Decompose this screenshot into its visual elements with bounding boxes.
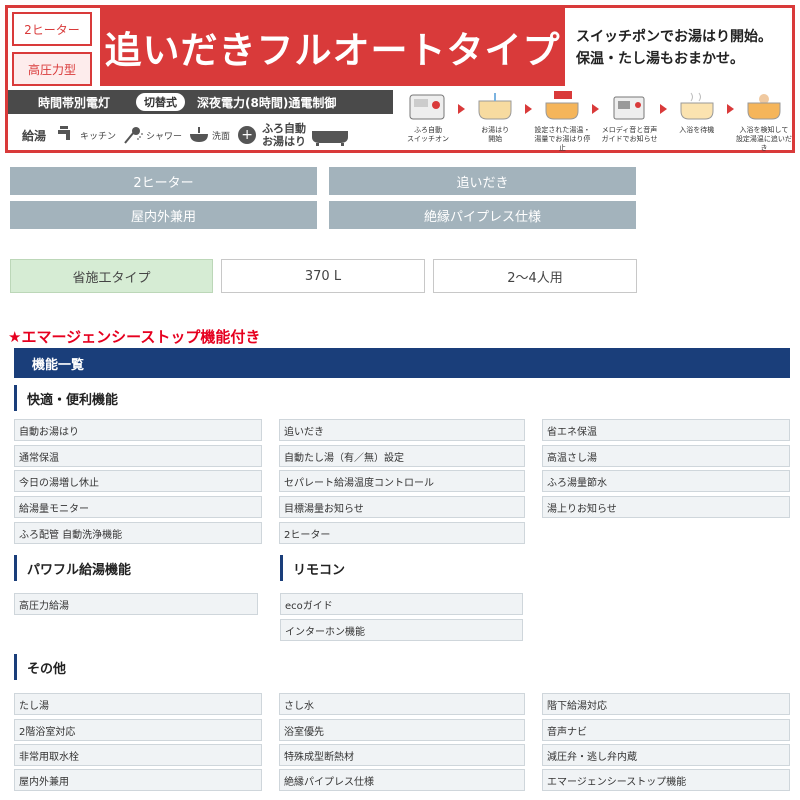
power-control-bar: 時間帯別電灯 切替式 深夜電力(8時間)通電制御 (8, 90, 393, 114)
spec-oidaki: 追いだき (329, 167, 636, 195)
spec-pipeless: 絶縁パイプレス仕様 (329, 201, 636, 229)
section-powerful-title: パワフル給湯機能 (14, 555, 131, 581)
feature-item: 屋内外兼用 (14, 769, 262, 791)
feature-item: 湯上りお知らせ (542, 496, 790, 518)
feature-item: 2階浴室対応 (14, 719, 262, 741)
catch-line-1: スイッチポンでお湯はり開始。 (576, 29, 772, 45)
tag-high-pressure: 高圧力型 (12, 52, 92, 86)
auto-fill-steps: ふろ自動 スイッチオン お湯はり 開始 設定された湯温・ 湯量でお湯はり停止 メ… (400, 90, 792, 152)
banner-headline: 追いだきフルオートタイプ (100, 8, 565, 86)
feature-item: ふろ配管 自動洗浄機能 (14, 522, 262, 544)
spec-persons: 2〜4人用 (433, 259, 637, 293)
feature-item: 省エネ保温 (542, 419, 790, 441)
step-filling-start: お湯はり 開始 (467, 90, 523, 152)
tag-2heater: 2ヒーター (12, 12, 92, 46)
washbasin-icon (190, 127, 209, 142)
tub-filling-icon (478, 93, 512, 120)
feature-item: 通常保温 (14, 445, 262, 467)
time-of-use-label: 時間帯別電灯 (38, 95, 111, 110)
step-switch-on: ふろ自動 スイッチオン (400, 90, 456, 152)
feature-item: たし湯 (14, 693, 262, 715)
step-notify: メロディ音と音声 ガイドでお知らせ (602, 90, 658, 152)
remote-speaker-icon (613, 96, 645, 120)
kitchen-item: キッチン (56, 124, 116, 146)
spec-easy-install: 省施工タイプ (10, 259, 213, 293)
feature-item: 目標湯量お知らせ (279, 496, 525, 518)
feature-item: 非常用取水栓 (14, 744, 262, 766)
switch-type-badge: 切替式 (136, 93, 185, 111)
product-banner: 2ヒーター 高圧力型 追いだきフルオートタイプ スイッチポンでお湯はり開始。 保… (5, 5, 795, 153)
feature-item: インターホン機能 (280, 619, 523, 641)
spec-capacity: 370 L (221, 259, 425, 293)
feature-item: 絶縁パイプレス仕様 (279, 769, 525, 791)
feature-item: 自動たし湯（有／無）設定 (279, 445, 525, 467)
feature-item: 2ヒーター (279, 522, 525, 544)
feature-item: 音声ナビ (542, 719, 790, 741)
spec-2heater: 2ヒーター (10, 167, 317, 195)
feature-item: 自動お湯はり (14, 419, 262, 441)
feature-item: 今日の湯増し休止 (14, 470, 262, 492)
step-standby: 入浴を待機 (669, 90, 725, 152)
feature-list-header: 機能一覧 (14, 348, 790, 378)
step-reheat: 入浴を検知して 設定湯温に追いだき (736, 90, 792, 152)
feature-item: ecoガイド (280, 593, 523, 615)
feature-item: 減圧弁・逃し弁内蔵 (542, 744, 790, 766)
spec-indoor-outdoor: 屋内外兼用 (10, 201, 317, 229)
feature-item: 高温さし湯 (542, 445, 790, 467)
feature-item: 浴室優先 (279, 719, 525, 741)
step-arrow-icon (659, 104, 667, 114)
remote-switch-icon (409, 94, 445, 120)
catch-line-2: 保温・たし湯もおまかせ。 (576, 51, 744, 67)
shower-icon (124, 127, 144, 144)
faucet-icon (58, 126, 71, 140)
feature-item: エマージェンシーストップ機能 (542, 769, 790, 791)
stop-tub-icon (545, 91, 579, 120)
furo-auto-label: ふろ自動 お湯はり (262, 122, 307, 148)
feature-item: 階下給湯対応 (542, 693, 790, 715)
tag-column: 2ヒーター 高圧力型 (12, 12, 92, 86)
section-comfort-title: 快適・便利機能 (14, 385, 118, 411)
feature-item: 特殊成型断熱材 (279, 744, 525, 766)
emergency-stop-notice: ★エマージェンシーストップ機能付き (8, 328, 261, 346)
step-filling-stop: 設定された湯温・ 湯量でお湯はり停止 (534, 90, 590, 152)
plus-icon: + (238, 126, 257, 144)
step-arrow-icon (525, 104, 533, 114)
night-power-label: 深夜電力(8時間)通電制御 (197, 95, 337, 110)
tub-steam-icon (680, 92, 714, 120)
supply-feature-row: 給湯 キッチン シャワー 洗面 + ふろ自動 お湯はり (8, 118, 393, 152)
section-other-title: その他 (14, 654, 66, 680)
feature-item: セパレート給湯温度コントロール (279, 470, 525, 492)
feature-item: さし水 (279, 693, 525, 715)
senmen-item: 洗面 (188, 124, 230, 146)
feature-item: 給湯量モニター (14, 496, 262, 518)
banner-catchcopy: スイッチポンでお湯はり開始。 保温・たし湯もおまかせ。 (576, 26, 791, 70)
feature-item: ふろ湯量節水 (542, 470, 790, 492)
feature-item: 高圧力給湯 (14, 593, 258, 615)
section-remote-title: リモコン (280, 555, 345, 581)
shower-item: シャワー (122, 124, 182, 146)
step-arrow-icon (592, 104, 600, 114)
bathtub-icon (312, 131, 349, 146)
kyuto-label: 給湯 (22, 128, 47, 143)
tub-person-icon (747, 94, 781, 120)
step-arrow-icon (458, 104, 466, 114)
feature-item: 追いだき (279, 419, 525, 441)
step-arrow-icon (726, 104, 734, 114)
